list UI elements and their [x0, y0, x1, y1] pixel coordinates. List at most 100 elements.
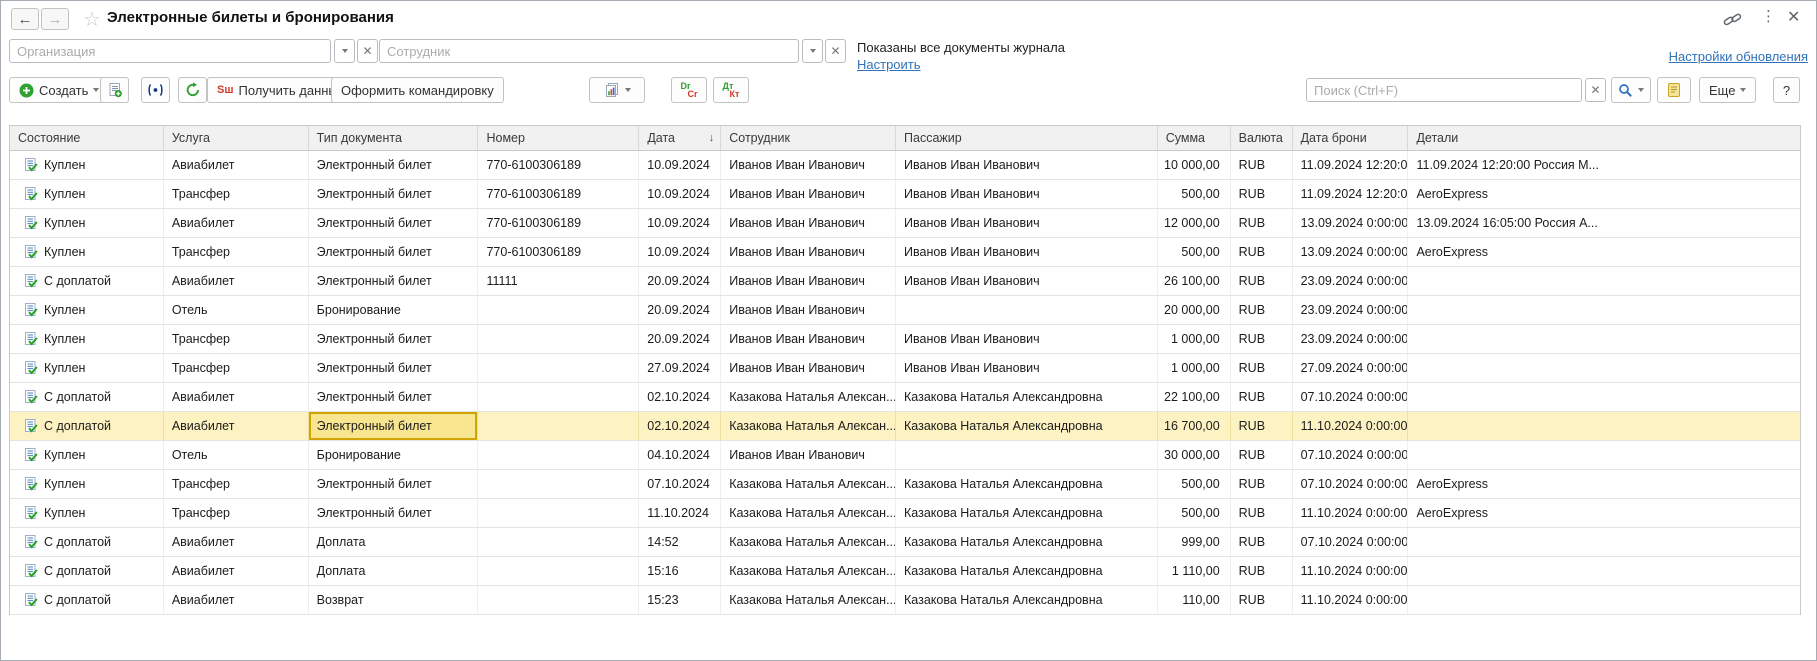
cell-service[interactable]: Авиабилет — [164, 151, 309, 179]
cell-date[interactable]: 10.09.2024 — [639, 238, 721, 266]
cell-doc_type[interactable]: Электронный билет — [309, 325, 479, 353]
cell-currency[interactable]: RUB — [1231, 209, 1293, 237]
cell-service[interactable]: Авиабилет — [164, 586, 309, 614]
column-header-employee[interactable]: Сотрудник — [721, 126, 896, 150]
cell-status[interactable]: Куплен — [10, 354, 164, 382]
cell-doc_type[interactable]: Электронный билет — [309, 238, 479, 266]
cell-passenger[interactable]: Казакова Наталья Александровна — [896, 499, 1158, 527]
cell-status[interactable]: Куплен — [10, 180, 164, 208]
cell-passenger[interactable] — [896, 296, 1158, 324]
cell-employee[interactable]: Казакова Наталья Алексан... — [721, 499, 896, 527]
table-row[interactable]: С доплатойАвиабилетЭлектронный билет1111… — [10, 267, 1800, 296]
cell-booking_date[interactable]: 11.10.2024 0:00:00 — [1293, 557, 1409, 585]
cell-booking_date[interactable]: 11.09.2024 12:20:00 — [1293, 180, 1409, 208]
cell-status[interactable]: Куплен — [10, 470, 164, 498]
column-header-details[interactable]: Детали — [1408, 126, 1800, 150]
movements-drcr-button[interactable]: DrCr — [671, 77, 707, 103]
cell-passenger[interactable]: Казакова Наталья Александровна — [896, 412, 1158, 440]
column-header-number[interactable]: Номер — [478, 126, 639, 150]
favorite-star-icon[interactable]: ☆ — [83, 7, 101, 32]
cell-amount[interactable]: 22 100,00 — [1158, 383, 1231, 411]
cell-number[interactable]: 770-6100306189 — [478, 151, 639, 179]
cell-currency[interactable]: RUB — [1231, 151, 1293, 179]
cell-date[interactable]: 20.09.2024 — [639, 267, 721, 295]
cell-number[interactable] — [478, 557, 639, 585]
cell-currency[interactable]: RUB — [1231, 557, 1293, 585]
table-row[interactable]: С доплатойАвиабилетДоплата14:52Казакова … — [10, 528, 1800, 557]
cell-currency[interactable]: RUB — [1231, 267, 1293, 295]
table-row[interactable]: КупленТрансферЭлектронный билет20.09.202… — [10, 325, 1800, 354]
cell-details[interactable]: AeroExpress — [1408, 470, 1800, 498]
cell-doc_type[interactable]: Электронный билет — [309, 209, 479, 237]
cell-currency[interactable]: RUB — [1231, 528, 1293, 556]
business-trip-button[interactable]: Оформить командировку — [331, 77, 504, 103]
cell-passenger[interactable] — [896, 441, 1158, 469]
cell-status[interactable]: С доплатой — [10, 267, 164, 295]
organization-clear-button[interactable]: ✕ — [357, 39, 378, 63]
cell-date[interactable]: 15:16 — [639, 557, 721, 585]
column-header-passenger[interactable]: Пассажир — [896, 126, 1158, 150]
cell-passenger[interactable]: Казакова Наталья Александровна — [896, 383, 1158, 411]
cell-doc_type[interactable]: Бронирование — [309, 296, 479, 324]
cell-employee[interactable]: Иванов Иван Иванович — [721, 209, 896, 237]
cell-details[interactable] — [1408, 586, 1800, 614]
cell-service[interactable]: Отель — [164, 441, 309, 469]
cell-amount[interactable]: 30 000,00 — [1158, 441, 1231, 469]
cell-service[interactable]: Авиабилет — [164, 528, 309, 556]
table-row[interactable]: КупленТрансферЭлектронный билет07.10.202… — [10, 470, 1800, 499]
cell-status[interactable]: Куплен — [10, 296, 164, 324]
cell-booking_date[interactable]: 07.10.2024 0:00:00 — [1293, 383, 1409, 411]
cell-doc_type[interactable]: Электронный билет — [309, 383, 479, 411]
cell-status[interactable]: Куплен — [10, 209, 164, 237]
cell-booking_date[interactable]: 13.09.2024 0:00:00 — [1293, 238, 1409, 266]
cell-details[interactable]: AeroExpress — [1408, 180, 1800, 208]
cell-details[interactable] — [1408, 528, 1800, 556]
organization-input[interactable] — [9, 39, 331, 63]
cell-employee[interactable]: Казакова Наталья Алексан... — [721, 557, 896, 585]
cell-employee[interactable]: Казакова Наталья Алексан... — [721, 586, 896, 614]
cell-passenger[interactable]: Иванов Иван Иванович — [896, 151, 1158, 179]
cell-doc_type[interactable]: Возврат — [309, 586, 479, 614]
cell-status[interactable]: С доплатой — [10, 586, 164, 614]
cell-booking_date[interactable]: 07.10.2024 0:00:00 — [1293, 470, 1409, 498]
reports-button[interactable] — [589, 77, 645, 103]
cell-status[interactable]: С доплатой — [10, 383, 164, 411]
cell-number[interactable]: 770-6100306189 — [478, 238, 639, 266]
cell-details[interactable] — [1408, 383, 1800, 411]
create-button[interactable]: Создать — [9, 77, 109, 103]
cell-passenger[interactable]: Иванов Иван Иванович — [896, 238, 1158, 266]
cell-details[interactable]: AeroExpress — [1408, 499, 1800, 527]
cell-status[interactable]: Куплен — [10, 499, 164, 527]
employee-input[interactable] — [379, 39, 799, 63]
cell-service[interactable]: Авиабилет — [164, 383, 309, 411]
cell-service[interactable]: Трансфер — [164, 470, 309, 498]
cell-employee[interactable]: Иванов Иван Иванович — [721, 325, 896, 353]
cell-number[interactable] — [478, 325, 639, 353]
cell-date[interactable]: 20.09.2024 — [639, 296, 721, 324]
cell-passenger[interactable]: Иванов Иван Иванович — [896, 354, 1158, 382]
cell-booking_date[interactable]: 13.09.2024 0:00:00 — [1293, 209, 1409, 237]
cell-doc_type[interactable]: Доплата — [309, 528, 479, 556]
cell-service[interactable]: Трансфер — [164, 180, 309, 208]
cell-status[interactable]: Куплен — [10, 151, 164, 179]
cell-amount[interactable]: 999,00 — [1158, 528, 1231, 556]
column-header-doc_type[interactable]: Тип документа — [309, 126, 479, 150]
cell-date[interactable]: 11.10.2024 — [639, 499, 721, 527]
cell-details[interactable] — [1408, 267, 1800, 295]
cell-doc_type[interactable]: Доплата — [309, 557, 479, 585]
cell-amount[interactable]: 110,00 — [1158, 586, 1231, 614]
cell-date[interactable]: 10.09.2024 — [639, 209, 721, 237]
cell-number[interactable] — [478, 354, 639, 382]
cell-amount[interactable]: 12 000,00 — [1158, 209, 1231, 237]
cell-status[interactable]: Куплен — [10, 441, 164, 469]
table-row[interactable]: С доплатойАвиабилетЭлектронный билет02.1… — [10, 383, 1800, 412]
cell-employee[interactable]: Иванов Иван Иванович — [721, 354, 896, 382]
update-settings-link[interactable]: Настройки обновления — [1669, 49, 1808, 64]
cell-details[interactable]: 13.09.2024 16:05:00 Россия А... — [1408, 209, 1800, 237]
cell-booking_date[interactable]: 23.09.2024 0:00:00 — [1293, 267, 1409, 295]
table-row[interactable]: КупленОтельБронирование20.09.2024Иванов … — [10, 296, 1800, 325]
cell-booking_date[interactable]: 07.10.2024 0:00:00 — [1293, 528, 1409, 556]
cell-number[interactable] — [478, 499, 639, 527]
help-button[interactable]: ? — [1773, 77, 1800, 103]
cell-employee[interactable]: Иванов Иван Иванович — [721, 441, 896, 469]
